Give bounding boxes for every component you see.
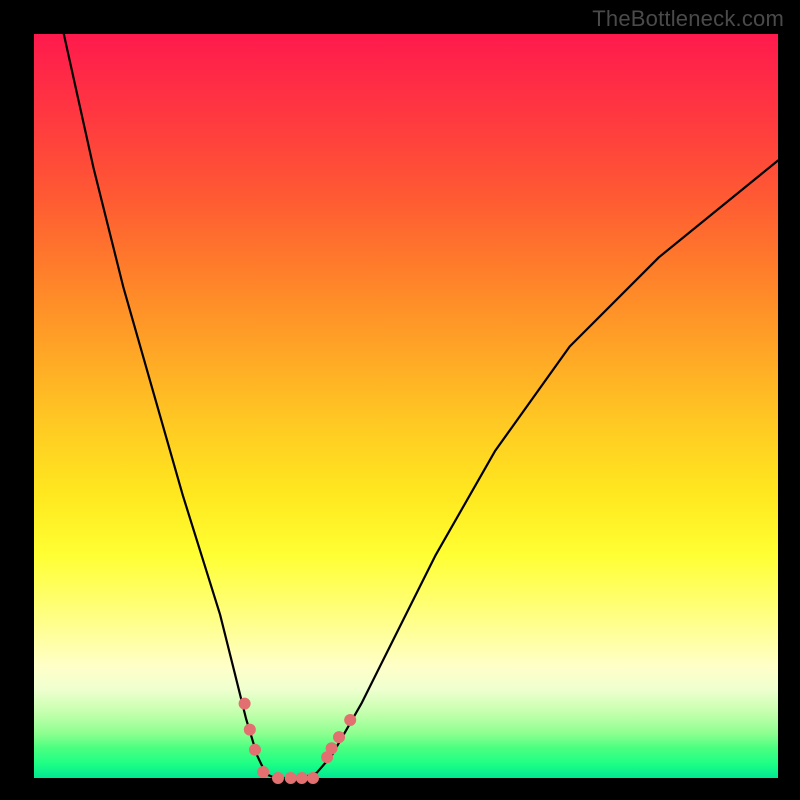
data-marker [272,772,284,784]
data-marker [257,766,269,778]
data-marker [307,772,319,784]
data-marker [326,742,338,754]
chart-container: TheBottleneck.com [0,0,800,800]
curve-path [64,34,778,778]
watermark-text: TheBottleneck.com [592,6,784,32]
data-marker [344,714,356,726]
data-markers [239,698,357,784]
data-marker [239,698,251,710]
bottleneck-curve [64,34,778,778]
data-marker [249,744,261,756]
data-marker [333,731,345,743]
chart-svg [0,0,800,800]
data-marker [244,724,256,736]
data-marker [285,772,297,784]
data-marker [296,772,308,784]
